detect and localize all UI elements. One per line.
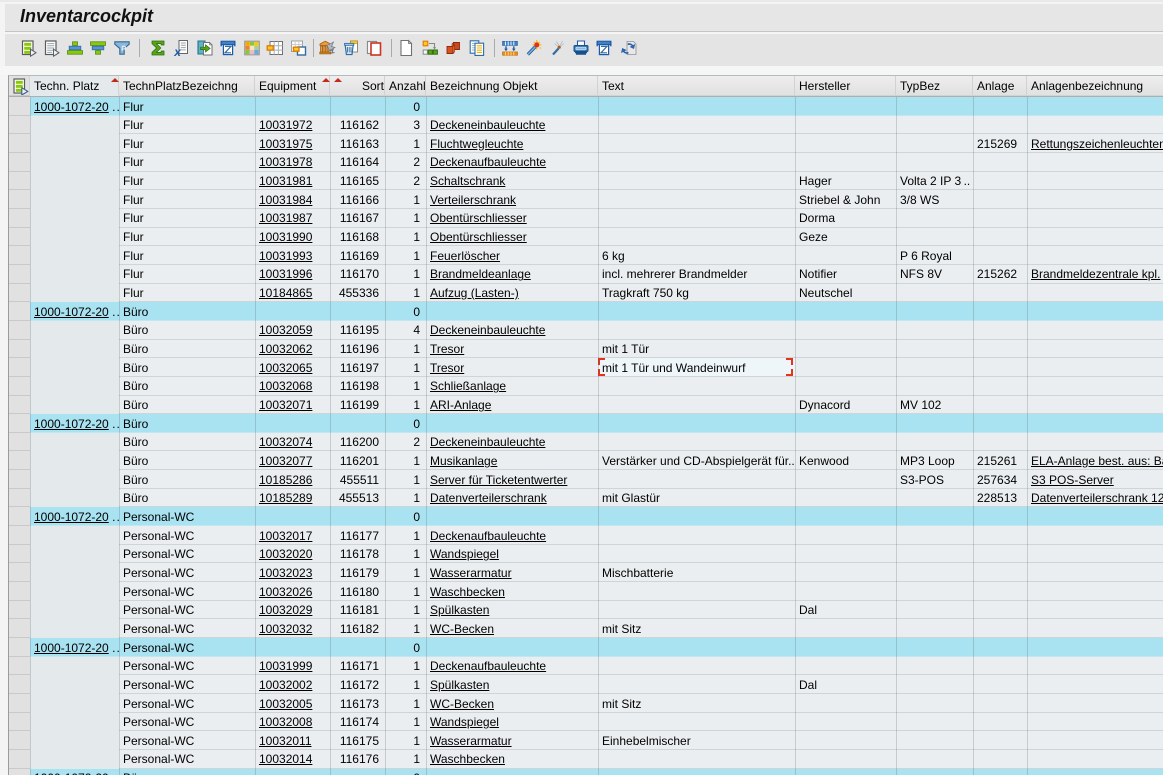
svg-text:x: x xyxy=(173,45,182,57)
